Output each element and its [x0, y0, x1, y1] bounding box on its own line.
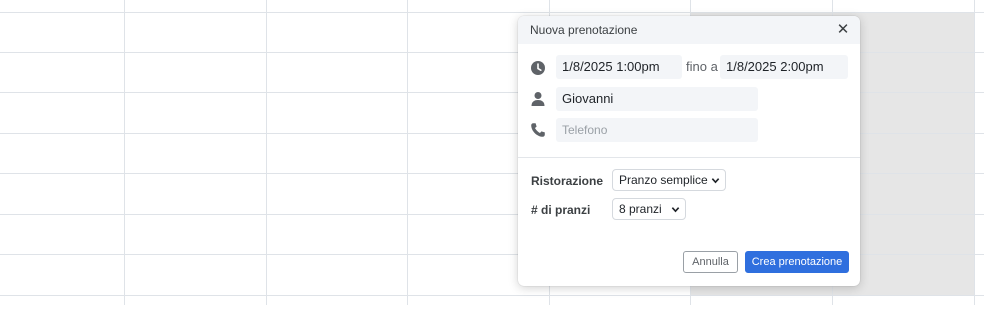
cancel-button[interactable]: Annulla — [683, 251, 738, 273]
grid-column-divider — [974, 0, 975, 305]
close-icon[interactable]: ✕ — [834, 20, 852, 38]
name-field[interactable]: Giovanni — [556, 87, 758, 111]
grid-row-divider — [0, 12, 984, 13]
chevron-down-icon — [711, 178, 720, 184]
person-icon — [531, 92, 545, 106]
popup-header: Nuova prenotazione ✕ — [518, 16, 860, 44]
section-divider — [518, 157, 860, 158]
start-datetime-field[interactable]: 1/8/2025 1:00pm — [556, 55, 682, 79]
catering-label: Ristorazione — [531, 174, 604, 188]
to-label: fino a — [686, 59, 718, 74]
grid-column-divider — [407, 0, 408, 305]
phone-icon — [531, 123, 545, 137]
phone-field[interactable]: Telefono — [556, 118, 758, 142]
catering-select-value: Pranzo semplice — [619, 173, 708, 187]
lunches-label: # di pranzi — [531, 203, 591, 217]
create-booking-button[interactable]: Crea prenotazione — [745, 251, 849, 273]
grid-column-divider — [266, 0, 267, 305]
grid-row-divider — [0, 295, 984, 296]
chevron-down-icon — [671, 207, 680, 213]
lunches-select-value: 8 pranzi — [619, 202, 662, 216]
clock-icon — [531, 61, 545, 75]
new-booking-popup: Nuova prenotazione ✕ 1/8/2025 1:00pm fin… — [518, 16, 860, 286]
popup-title: Nuova prenotazione — [530, 23, 638, 37]
end-datetime-field[interactable]: 1/8/2025 2:00pm — [720, 55, 848, 79]
grid-column-divider — [124, 0, 125, 305]
catering-select[interactable]: Pranzo semplice — [612, 169, 726, 191]
lunches-select[interactable]: 8 pranzi — [612, 198, 686, 220]
